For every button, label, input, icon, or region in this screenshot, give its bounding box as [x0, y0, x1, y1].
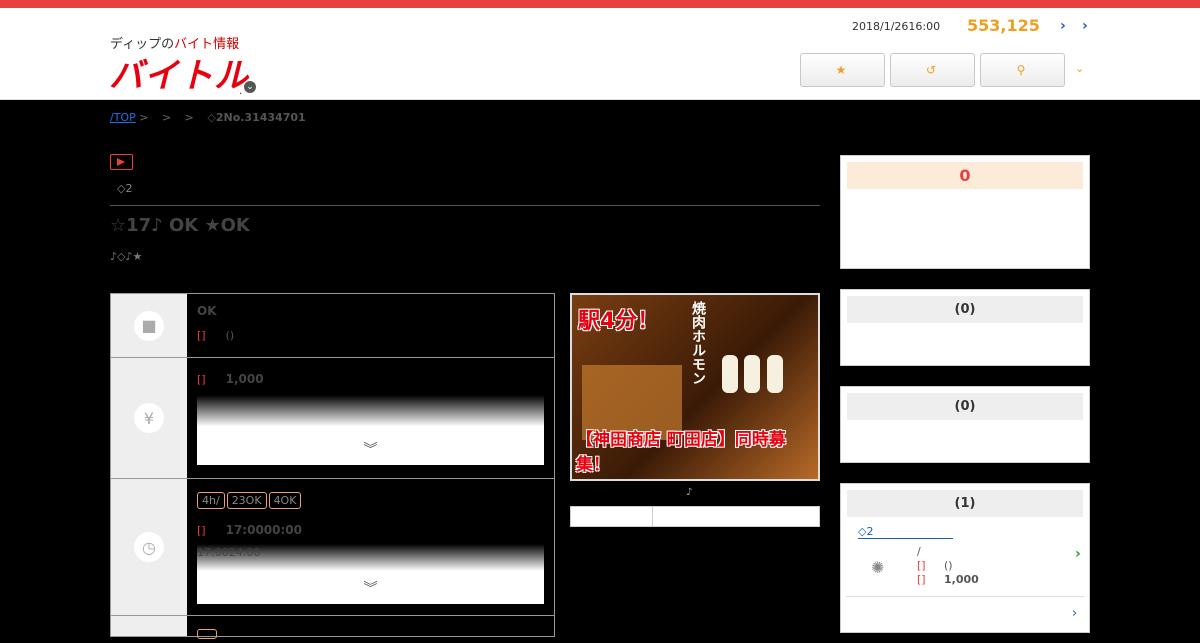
search-icon: ⚲ [1016, 63, 1026, 77]
expandable-pay-details[interactable]: ︾ [197, 395, 544, 465]
hours-badge [197, 629, 217, 639]
video-icon[interactable] [110, 154, 133, 170]
sidebar-box-3: (0) [840, 386, 1090, 463]
chevron-right-icon[interactable]: › [1060, 18, 1066, 34]
info-row-job-type: ■ OK []() [111, 294, 554, 358]
expandable-hours-details[interactable]: 17:0024:00 ︾ [197, 544, 544, 604]
job-photo[interactable]: 駅4分！ 焼肉ホルモン 【神田商店 町田店】同時募集！ [570, 293, 820, 481]
job-info-table: ■ OK []() ¥ [] 1,000 ︾ ◷ 4h/23OK 4OK [] 17:… [110, 293, 555, 639]
top-accent-bar [0, 0, 1200, 8]
chevron-down-icon[interactable]: ⌄ [1075, 62, 1084, 75]
photo-caption: ♪ [686, 487, 693, 498]
double-chevron-down-icon[interactable]: ︾ [364, 578, 378, 598]
sidebar-application-box: 0 [840, 155, 1090, 269]
chevron-right-icon[interactable]: › [1075, 546, 1081, 562]
breadcrumb-current: ◇2No.31434701 [207, 111, 306, 124]
sidebar-box-2: (0) [840, 289, 1090, 366]
double-chevron-down-icon[interactable]: ︾ [364, 439, 378, 459]
logo-dropdown-icon[interactable]: ⌄ [244, 81, 256, 93]
history-icon: ↺ [925, 63, 937, 77]
saved-search-button[interactable]: ⚲ [980, 53, 1065, 87]
breadcrumb: /TOP > > > ◇2No.31434701 [110, 111, 306, 124]
info-row-pay: ¥ [] 1,000 ︾ [111, 358, 554, 479]
yen-icon: ¥ [134, 403, 164, 433]
hours-badge: 4OK [268, 492, 302, 509]
favorites-button[interactable]: ★ [800, 53, 885, 87]
site-header: ディップのバイト情報 バイトル . ⌄ 2018/1/2616:00 553,1… [0, 8, 1200, 100]
job-catchphrase: ♪◇♪★ [110, 250, 143, 263]
info-row-hours: ◷ 4h/23OK 4OK [] 17:0000:00 17:0024:00 ︾ [111, 479, 554, 616]
job-count: 553,125 [967, 16, 1040, 35]
hours-badge: 4h/ [197, 492, 225, 509]
job-title: ☆17♪ OK ★OK [110, 215, 250, 236]
info-row-next [111, 616, 554, 639]
loading-spinner-icon: ✺ [871, 558, 885, 577]
history-button[interactable]: ↺ [890, 53, 975, 87]
update-datetime: 2018/1/2616:00 [852, 20, 941, 33]
site-logo[interactable]: バイトル [109, 48, 249, 97]
star-icon: ★ [835, 63, 847, 77]
chevron-right-icon[interactable]: › [1072, 606, 1077, 621]
company-label: ◇2 [117, 182, 133, 195]
clock-icon: ◷ [134, 532, 164, 562]
divider [846, 596, 1084, 597]
chevron-right-icon[interactable]: › [1082, 18, 1088, 34]
logo-suffix: . [239, 86, 243, 97]
briefcase-icon: ■ [134, 310, 164, 341]
kept-job-link[interactable]: ◇2 [858, 525, 953, 539]
photo-thumbnail-bar[interactable] [570, 506, 820, 527]
divider [110, 205, 820, 206]
hours-badge: 23OK [226, 492, 267, 509]
application-count: 0 [847, 162, 1083, 189]
breadcrumb-top-link[interactable]: /TOP [110, 111, 136, 124]
